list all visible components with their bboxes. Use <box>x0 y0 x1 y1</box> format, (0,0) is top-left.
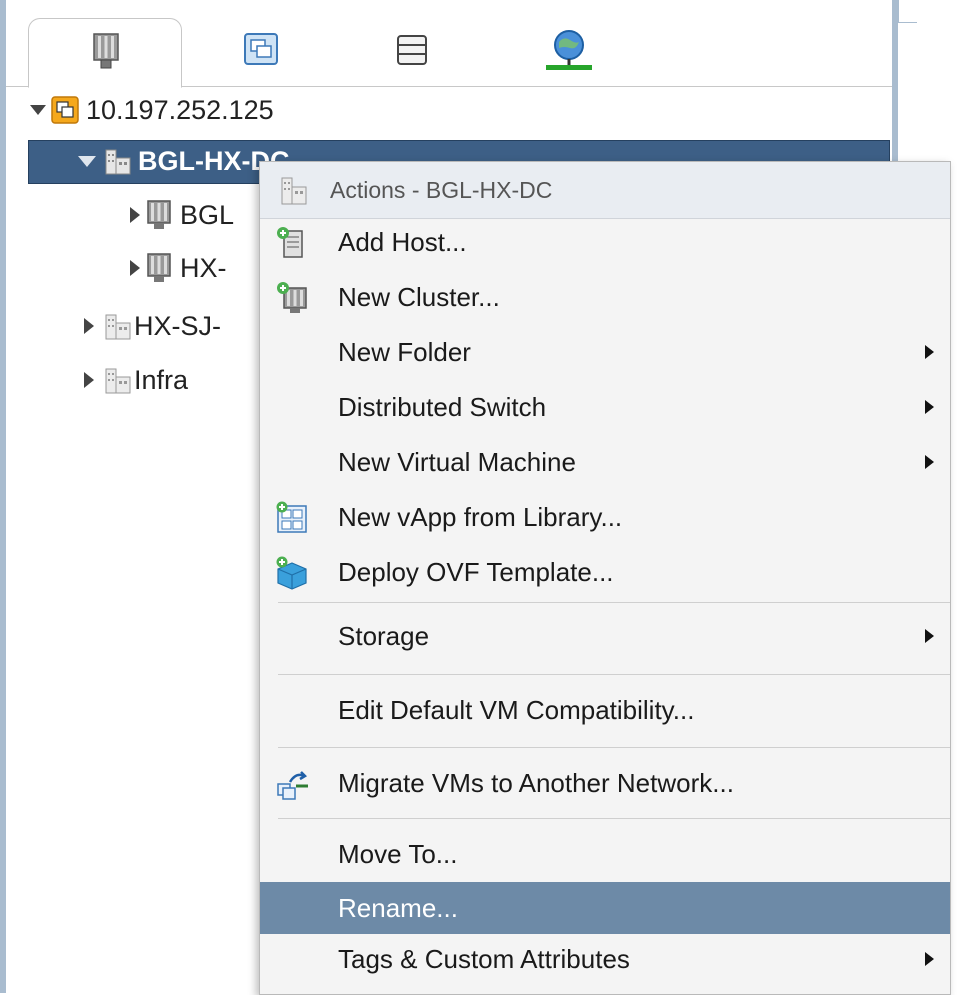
submenu-arrow-icon <box>925 400 934 414</box>
expand-triangle-icon[interactable] <box>84 318 94 334</box>
menu-item-label: New Cluster... <box>338 281 500 312</box>
tree-label-datacenter-sj: HX-SJ- <box>134 310 221 341</box>
cluster-icon <box>146 199 172 231</box>
add-host-icon <box>274 225 310 261</box>
datacenter-icon <box>104 365 132 395</box>
menu-separator <box>278 747 950 748</box>
cluster-icon <box>146 252 172 284</box>
menu-item-new-vapp-from-library[interactable]: New vApp from Library... <box>260 494 950 540</box>
expand-triangle-icon[interactable] <box>130 260 140 276</box>
right-notch <box>898 0 917 23</box>
menu-item-tags-custom-attributes[interactable]: Tags & Custom Attributes <box>260 936 950 982</box>
tree-row-datacenter-infra[interactable]: Infra <box>84 360 188 400</box>
expand-triangle-icon[interactable] <box>84 372 94 388</box>
menu-item-edit-default-vm-compatibility[interactable]: Edit Default VM Compatibility... <box>260 687 950 733</box>
vcenter-icon <box>50 95 80 125</box>
menu-item-label: Migrate VMs to Another Network... <box>338 767 734 798</box>
submenu-arrow-icon <box>925 952 934 966</box>
tree-label-cluster-2: HX- <box>180 252 227 283</box>
menu-item-label: Tags & Custom Attributes <box>338 943 630 974</box>
tree-row-datacenter-sj[interactable]: HX-SJ- <box>84 306 221 346</box>
new-cluster-icon <box>274 280 310 316</box>
datacenter-icon <box>280 174 308 206</box>
menu-separator <box>278 602 950 603</box>
menu-item-distributed-switch[interactable]: Distributed Switch <box>260 384 950 430</box>
menu-item-deploy-ovf-template[interactable]: Deploy OVF Template... <box>260 549 950 595</box>
submenu-arrow-icon <box>925 345 934 359</box>
vms-and-templates-icon[interactable] <box>243 32 279 66</box>
menu-item-rename[interactable]: Rename... <box>260 882 950 934</box>
expand-triangle-icon[interactable] <box>130 207 140 223</box>
tree-label-cluster-1: BGL <box>180 199 235 230</box>
menu-separator <box>278 818 950 819</box>
actions-menu-title: Actions - BGL-HX-DC <box>330 176 553 203</box>
menu-item-new-folder[interactable]: New Folder <box>260 329 950 375</box>
collapse-triangle-icon[interactable] <box>78 155 96 167</box>
menu-item-storage[interactable]: Storage <box>260 613 950 659</box>
menu-item-label: Distributed Switch <box>338 391 547 422</box>
tree-row-vcenter[interactable]: 10.197.252.125 <box>30 90 274 130</box>
submenu-arrow-icon <box>925 629 934 643</box>
expand-triangle-icon[interactable] <box>30 105 46 115</box>
actions-menu-header: Actions - BGL-HX-DC <box>260 162 950 219</box>
menu-item-add-host[interactable]: Add Host... <box>260 219 950 265</box>
tree-row-datacenter-bgl[interactable]: BGL-HX-DC <box>78 141 289 181</box>
menu-separator <box>278 674 950 675</box>
submenu-arrow-icon <box>925 455 934 469</box>
menu-item-new-virtual-machine[interactable]: New Virtual Machine <box>260 439 950 485</box>
tree-label-datacenter-infra: Infra <box>134 364 189 395</box>
menu-item-label: Storage <box>338 620 430 651</box>
tree-row-cluster-2[interactable]: HX- <box>130 248 227 288</box>
hosts-and-clusters-icon[interactable] <box>92 32 120 70</box>
datacenter-icon <box>104 146 132 176</box>
menu-item-label: Edit Default VM Compatibility... <box>338 694 695 725</box>
storage-icon[interactable] <box>396 34 428 66</box>
menu-item-label: Move To... <box>338 838 458 869</box>
networking-icon[interactable] <box>546 28 592 72</box>
datacenter-icon <box>104 311 132 341</box>
menu-item-label: Add Host... <box>338 226 467 257</box>
menu-item-move-to[interactable]: Move To... <box>260 831 950 877</box>
menu-item-label: Deploy OVF Template... <box>338 556 614 587</box>
menu-item-new-cluster[interactable]: New Cluster... <box>260 274 950 320</box>
menu-item-label: New Virtual Machine <box>338 446 576 477</box>
migrate-vms-icon <box>274 766 310 802</box>
actions-context-menu: Actions - BGL-HX-DC Add Host... New Clus… <box>259 161 951 995</box>
deploy-ovf-icon <box>274 555 310 591</box>
menu-item-label: Rename... <box>338 892 458 923</box>
menu-item-migrate-vms[interactable]: Migrate VMs to Another Network... <box>260 760 950 806</box>
menu-item-label: New vApp from Library... <box>338 501 623 532</box>
tree-label-vcenter: 10.197.252.125 <box>86 94 274 125</box>
menu-item-label: New Folder <box>338 336 471 367</box>
tree-row-cluster-1[interactable]: BGL <box>130 195 234 235</box>
new-vapp-icon <box>274 500 310 536</box>
